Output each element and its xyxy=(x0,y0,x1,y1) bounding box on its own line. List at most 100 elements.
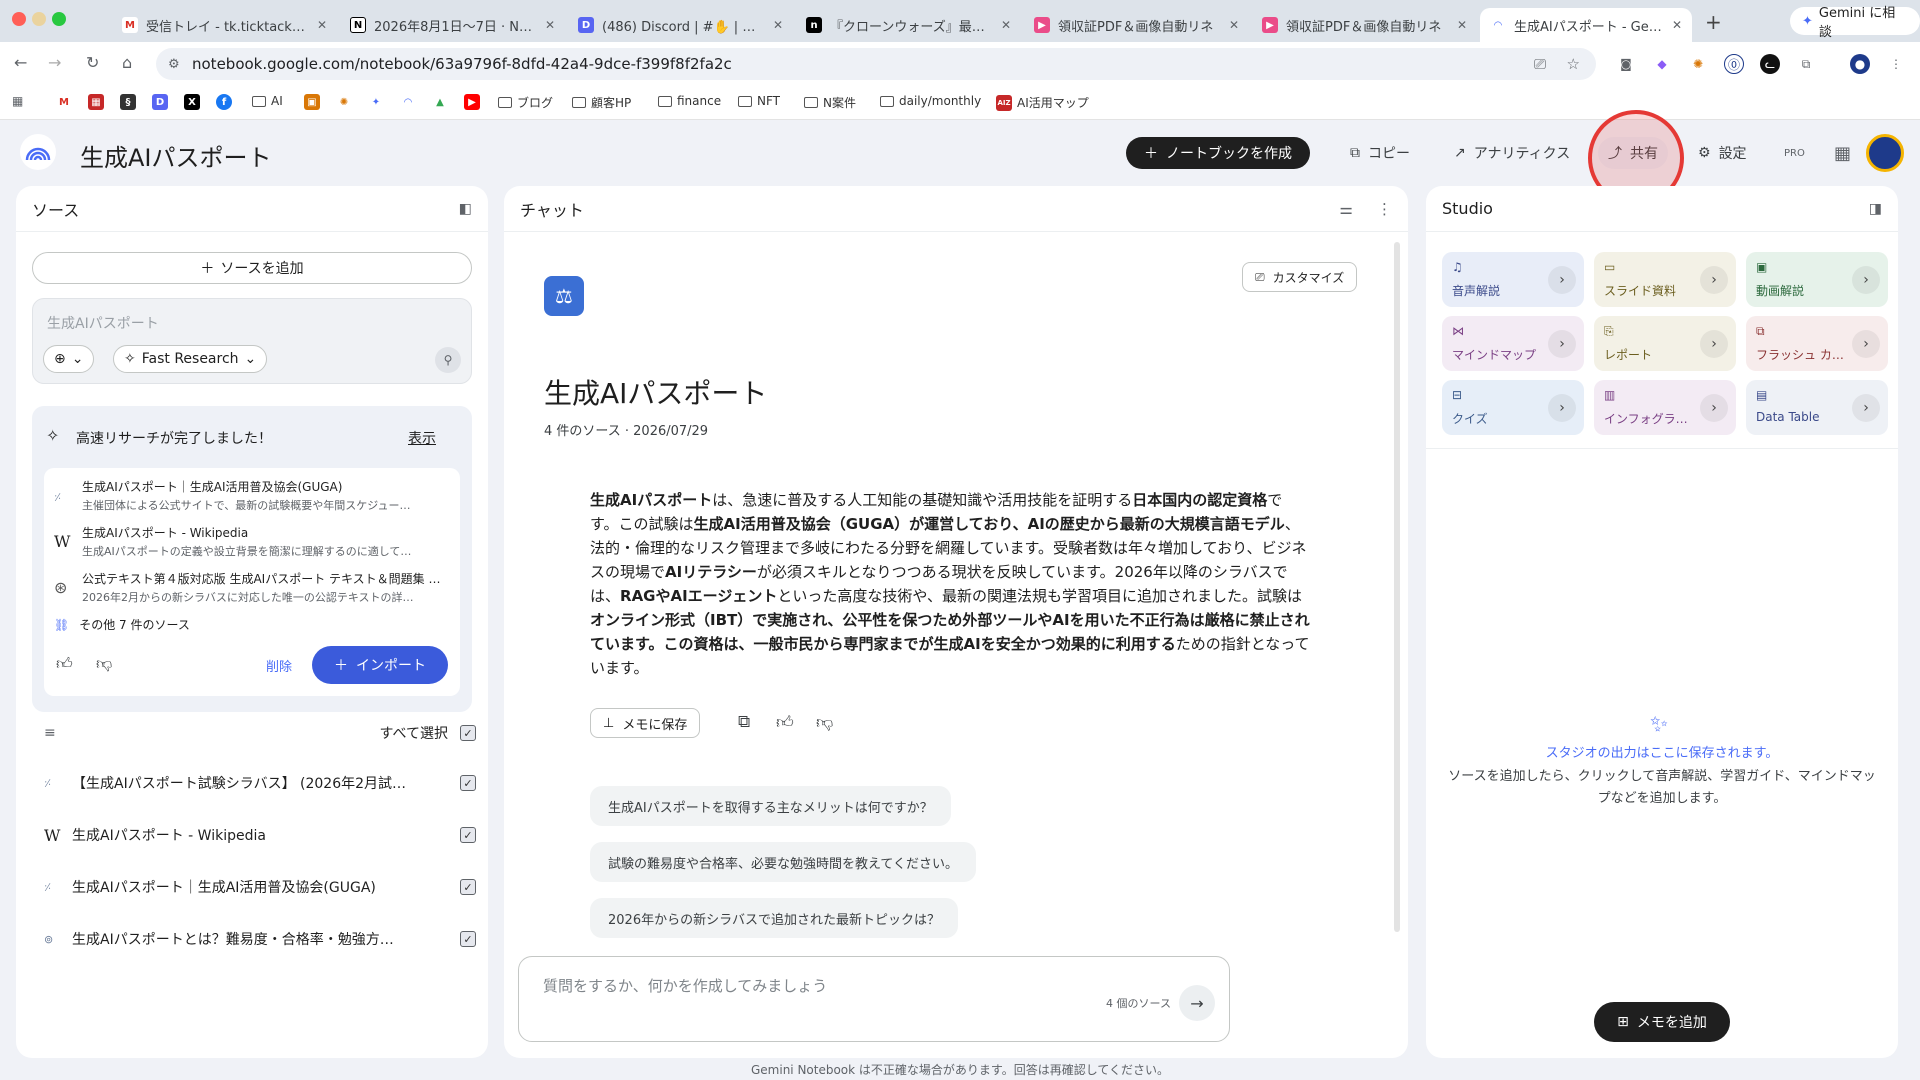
web-source-dropdown[interactable]: ⊕ ⌄ xyxy=(43,345,95,373)
bookmark-folder[interactable]: 顧客HP xyxy=(572,94,631,111)
install-icon[interactable]: ⎚ xyxy=(1534,55,1546,73)
studio-tile[interactable]: ⧉ フラッシュ カ… › xyxy=(1746,316,1888,371)
facebook-icon[interactable]: f xyxy=(216,94,232,110)
suggested-question[interactable]: 生成AIパスポートを取得する主なメリットは何ですか？ xyxy=(590,786,951,826)
bookmark-icon[interactable]: ▣ xyxy=(304,94,320,110)
browser-tab[interactable]: n 『クローンウォーズ』最短攻略 ✕ xyxy=(796,8,1021,42)
tune-icon[interactable]: ⚌ xyxy=(1340,200,1353,218)
chevron-right-icon[interactable]: › xyxy=(1548,330,1576,358)
puzzle-icon[interactable]: ⧉ xyxy=(1796,54,1816,74)
zoom-window-button[interactable] xyxy=(52,12,66,26)
research-mode-dropdown[interactable]: ✧ Fast Research ⌄ xyxy=(113,345,268,373)
research-result-item[interactable]: 公式テキスト第４版対応版 生成AIパスポート テキスト＆問題集 … 2026年2… xyxy=(54,570,454,605)
collapse-panel-icon[interactable]: ◨ xyxy=(1869,201,1882,217)
more-vert-icon[interactable]: ⋮ xyxy=(1377,200,1392,218)
calendar-icon[interactable]: ▦ xyxy=(88,94,104,110)
show-results-link[interactable]: 表示 xyxy=(408,428,436,448)
browser-tab[interactable]: ▶ 領収証PDF＆画像自動リネ ✕ xyxy=(1252,8,1477,42)
cat-extension-icon[interactable]: ᓚ xyxy=(1760,54,1780,74)
analytics-button[interactable]: ↗ アナリティクス xyxy=(1444,137,1580,169)
research-search-box[interactable]: 生成AIパスポート ⊕ ⌄ ✧ Fast Research ⌄ ⚲ xyxy=(32,298,472,384)
camera-icon[interactable]: ◙ xyxy=(1616,54,1636,74)
filter-icon[interactable]: ≡ xyxy=(44,725,56,741)
notebook-logo-icon[interactable] xyxy=(20,134,56,170)
browser-tab[interactable]: D (486) Discord | #✋ | 教えて ✕ xyxy=(568,8,793,42)
bookmark-link[interactable]: AIZ AI活用マップ xyxy=(996,94,1089,111)
discord-icon[interactable]: D xyxy=(152,94,168,110)
bookmark-folder[interactable]: NFT xyxy=(738,94,780,108)
url-field[interactable]: ⚙ notebook.google.com/notebook/63a9796f-… xyxy=(156,48,1596,80)
studio-tile[interactable]: ⊟ クイズ › xyxy=(1442,380,1584,435)
forward-icon[interactable]: → xyxy=(48,53,61,72)
claude-icon[interactable]: ✺ xyxy=(1688,54,1708,74)
minimize-window-button[interactable] xyxy=(32,12,46,26)
browser-tab-active[interactable]: ◠ 生成AIパスポート - Gemini N ✕ xyxy=(1480,8,1692,42)
thumbs-up-icon[interactable]: 👍︎ xyxy=(776,712,794,733)
x-icon[interactable]: X xyxy=(184,94,200,110)
apps-grid-icon[interactable]: ▦ xyxy=(1824,137,1861,169)
studio-tile[interactable]: ⎘ レポート › xyxy=(1594,316,1736,371)
chat-input[interactable]: 質問をするか、何かを作成してみましょう xyxy=(543,975,827,996)
suggested-question[interactable]: 試験の難易度や合格率、必要な勉強時間を教えてください。 xyxy=(590,842,976,882)
source-list-item[interactable]: W 生成AIパスポート - Wikipedia ✓ xyxy=(32,820,476,850)
customize-button[interactable]: ⎚ カスタマイズ xyxy=(1242,262,1358,292)
close-tab-icon[interactable]: ✕ xyxy=(1672,18,1682,32)
more-sources-link[interactable]: ⛓ その他 7 件のソース xyxy=(54,616,190,633)
bookmark-icon[interactable]: § xyxy=(120,94,136,110)
apps-grid-icon[interactable]: ▦ xyxy=(12,94,23,108)
back-icon[interactable]: ← xyxy=(14,53,27,72)
studio-tile[interactable]: ▤ Data Table › xyxy=(1746,380,1888,435)
gemini-button[interactable]: ✦ Gemini に相談 xyxy=(1790,6,1920,40)
notebook-title[interactable]: 生成AIパスポート xyxy=(80,138,272,173)
extension-icon[interactable]: ◆ xyxy=(1652,54,1672,74)
close-tab-icon[interactable]: ✕ xyxy=(1457,18,1467,32)
suggested-question[interactable]: 2026年からの新シラバスで追加された最新トピックは？ xyxy=(590,898,958,938)
browser-tab[interactable]: N 2026年8月1日～7日 · Notion ✕ xyxy=(340,8,565,42)
chevron-right-icon[interactable]: › xyxy=(1852,330,1880,358)
profile-avatar[interactable]: ● xyxy=(1850,54,1870,74)
collapse-panel-icon[interactable]: ◧ xyxy=(459,201,472,217)
research-result-item[interactable]: 生成AIパスポート - Wikipedia 生成AIパスポートの定義や設立背景を… xyxy=(54,524,454,559)
add-source-button[interactable]: ＋ ソースを追加 xyxy=(32,252,472,284)
research-result-item[interactable]: 生成AIパスポート｜生成AI活用普及協会(GUGA) 主催団体による公式サイトで… xyxy=(54,478,454,513)
close-tab-icon[interactable]: ✕ xyxy=(773,18,783,32)
source-checkbox[interactable]: ✓ xyxy=(460,931,476,947)
source-list-item[interactable]: ⊚ 生成AIパスポートとは？難易度・合格率・勉強方… ✓ xyxy=(32,924,476,954)
close-window-button[interactable] xyxy=(12,12,26,26)
bookmark-star-icon[interactable]: ☆ xyxy=(1567,55,1580,73)
thumbs-down-icon[interactable]: 👎︎ xyxy=(816,712,833,733)
browser-tab[interactable]: ▶ 領収証PDF＆画像自動リネ ✕ xyxy=(1024,8,1249,42)
site-info-icon[interactable]: ⚙ xyxy=(168,57,180,72)
home-icon[interactable]: ⌂ xyxy=(122,53,132,72)
bookmark-folder[interactable]: finance xyxy=(658,94,721,108)
source-checkbox[interactable]: ✓ xyxy=(460,827,476,843)
account-avatar[interactable] xyxy=(1866,134,1904,172)
create-notebook-button[interactable]: ＋ ノートブックを作成 xyxy=(1126,137,1310,169)
browser-tab[interactable]: M 受信トレイ - tk.ticktack@gm ✕ xyxy=(112,8,337,42)
studio-tile[interactable]: ▭ スライド資料 › xyxy=(1594,252,1736,307)
save-to-memo-button[interactable]: ⊥ メモに保存 xyxy=(590,708,701,738)
gmail-icon[interactable]: M xyxy=(56,94,72,110)
bookmark-folder[interactable]: N案件 xyxy=(804,94,856,111)
youtube-icon[interactable]: ▶ xyxy=(464,94,480,110)
select-all-checkbox[interactable]: ✓ xyxy=(460,725,476,741)
send-arrow-icon[interactable]: → xyxy=(1179,985,1215,1021)
copy-icon[interactable]: ⧉ xyxy=(738,712,750,732)
bookmark-folder[interactable]: AI xyxy=(252,94,283,108)
search-submit-icon[interactable]: ⚲ xyxy=(435,347,461,373)
new-tab-button[interactable]: + xyxy=(1705,10,1722,34)
notebook-icon[interactable]: ◠ xyxy=(400,94,416,110)
source-checkbox[interactable]: ✓ xyxy=(460,879,476,895)
claude-icon[interactable]: ✺ xyxy=(336,94,352,110)
drive-icon[interactable]: ▲ xyxy=(432,94,448,110)
chevron-right-icon[interactable]: › xyxy=(1700,266,1728,294)
bookmark-folder[interactable]: daily/monthly xyxy=(880,94,981,108)
chevron-right-icon[interactable]: › xyxy=(1852,266,1880,294)
copy-button[interactable]: ⧉ コピー xyxy=(1340,137,1420,169)
chevron-right-icon[interactable]: › xyxy=(1700,330,1728,358)
reload-icon[interactable]: ↻ xyxy=(86,53,99,72)
settings-button[interactable]: ⚙ 設定 xyxy=(1688,137,1757,169)
password-icon[interactable]: ⓪ xyxy=(1724,54,1744,74)
chat-input-box[interactable]: 質問をするか、何かを作成してみましょう 4 個のソース → xyxy=(518,956,1230,1042)
source-list-item[interactable]: ⸓ 【生成AIパスポート試験シラバス】 (2026年2月試… ✓ xyxy=(32,768,476,798)
